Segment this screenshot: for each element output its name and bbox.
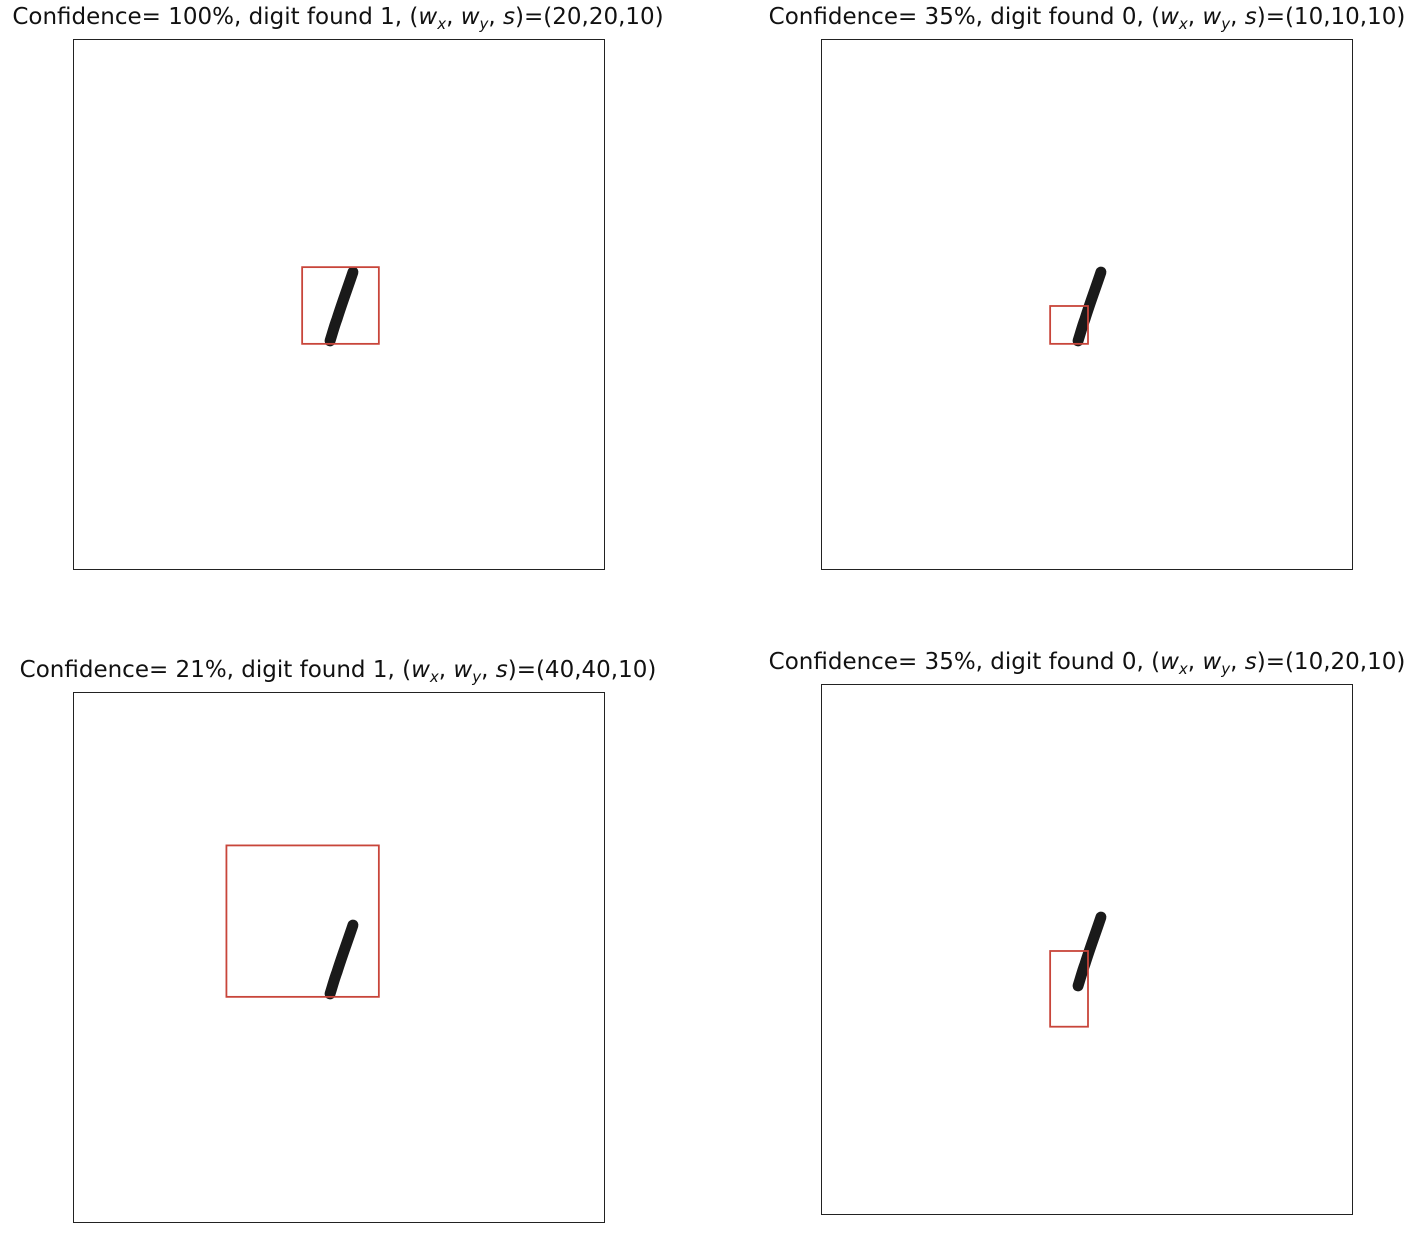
title-wx-sub: x (1178, 15, 1188, 33)
title-confidence: Confidence= 35%, digit found 0, ( (768, 4, 1161, 30)
title-wy-sub: y (1221, 660, 1231, 678)
title-s: s (503, 4, 516, 30)
title-wy: w (1202, 4, 1222, 30)
title-wx: w (1160, 4, 1179, 30)
image-canvas (1049, 911, 1107, 1028)
title-params: )=(10,10,10) (1256, 4, 1406, 30)
panel-title: Confidence= 35%, digit found 0, (wx, wy,… (768, 4, 1406, 33)
title-confidence: Confidence= 100%, digit found 1, ( (12, 4, 419, 30)
image-canvas (301, 266, 380, 347)
title-wy-sub: y (1221, 15, 1231, 33)
title-wx-sub: x (1178, 660, 1188, 678)
image-frame (73, 692, 605, 1223)
title-wy: w (1202, 649, 1222, 675)
image-frame (821, 39, 1353, 570)
panel-title: Confidence= 100%, digit found 1, (wx, wy… (12, 4, 664, 33)
image-canvas (225, 844, 380, 1000)
title-wy: w (453, 657, 473, 683)
title-s: s (1244, 4, 1257, 30)
title-confidence: Confidence= 35%, digit found 0, ( (768, 649, 1161, 675)
digit-stroke (324, 919, 359, 1000)
panel-title: Confidence= 35%, digit found 0, (wx, wy,… (768, 649, 1406, 678)
title-wy: w (460, 4, 480, 30)
title-params: )=(10,20,10) (1256, 649, 1406, 675)
title-wx: w (411, 657, 430, 683)
image-canvas (1049, 266, 1107, 347)
title-wx: w (418, 4, 438, 30)
title-wy-sub: y (479, 15, 489, 33)
title-s: s (1244, 649, 1257, 675)
title-wy-sub: y (472, 668, 482, 686)
title-s: s (495, 657, 508, 683)
panel-title: Confidence= 21%, digit found 1, (wx, wy,… (19, 657, 657, 686)
image-frame (821, 684, 1353, 1215)
title-confidence: Confidence= 21%, digit found 1, ( (19, 657, 412, 683)
title-wx-sub: x (437, 15, 447, 33)
title-params: )=(20,20,10) (515, 4, 664, 30)
title-wx: w (1160, 649, 1179, 675)
title-params: )=(40,40,10) (507, 657, 657, 683)
image-frame (73, 39, 605, 570)
title-wx-sub: x (429, 668, 439, 686)
digit-stroke (324, 266, 359, 347)
